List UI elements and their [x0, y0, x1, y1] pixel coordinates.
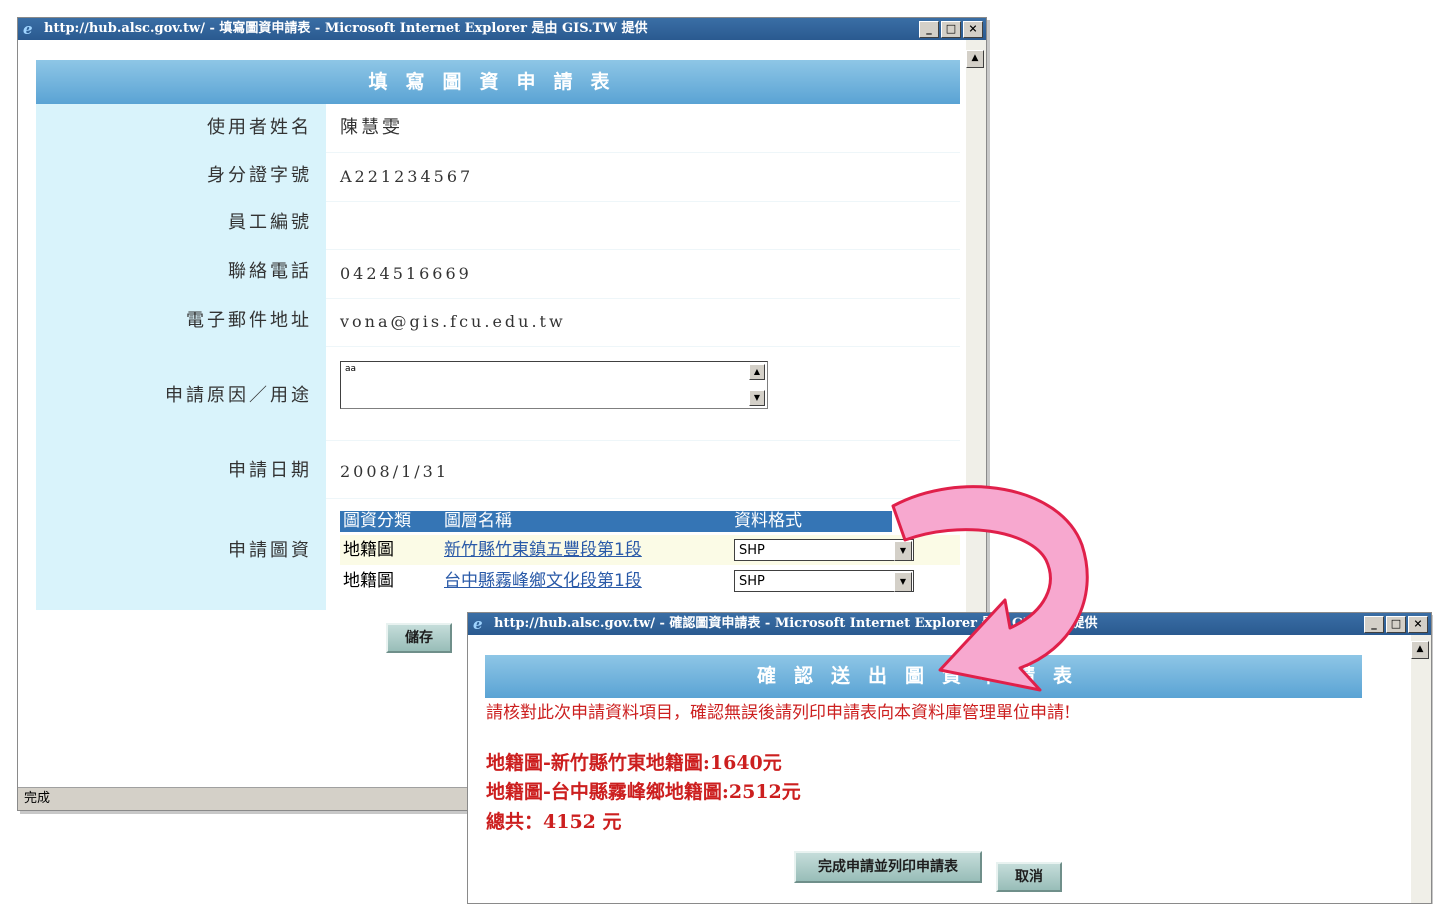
field-label-name: 使用者姓名	[36, 115, 326, 141]
data-table-header: 圖資分類 圖層名稱 資料格式	[340, 511, 892, 532]
confirm-item: 地籍圖-新竹縣竹東地籍圖:1640元	[486, 752, 782, 774]
close-button[interactable]: ×	[1408, 616, 1428, 633]
main-window-titlebar[interactable]: e http://hub.alsc.gov.tw/ - 填寫圖資申請表 - Mi…	[18, 18, 986, 40]
submit-print-button[interactable]: 完成申請並列印申請表	[794, 851, 982, 883]
reason-textarea[interactable]: aa ▲ ▼	[340, 361, 768, 409]
field-label-reason: 申請原因／用途	[36, 383, 326, 409]
confirm-window-title: http://hub.alsc.gov.tw/ - 確認圖資申請表 - Micr…	[494, 616, 1098, 631]
status-text: 完成	[24, 791, 51, 806]
form-title: 填寫圖資申請表	[368, 71, 628, 93]
minimize-button[interactable]: _	[919, 21, 939, 38]
textarea-scroll-up-icon[interactable]: ▲	[749, 364, 765, 380]
col-header-format: 資料格式	[734, 511, 802, 531]
scroll-up-icon[interactable]: ▲	[966, 50, 984, 68]
field-label-employee-no: 員工編號	[36, 210, 326, 236]
row-layer-link[interactable]: 新竹縣竹東鎮五豐段第1段	[444, 535, 642, 565]
table-row: 地籍圖 新竹縣竹東鎮五豐段第1段 SHP ▼	[340, 535, 960, 565]
row-category: 地籍圖	[343, 571, 394, 591]
field-value-name: 陳慧雯	[340, 117, 403, 138]
row-divider	[326, 440, 960, 441]
field-label-date: 申請日期	[36, 458, 326, 484]
field-value-phone: 0424516669	[340, 264, 472, 283]
col-header-layer: 圖層名稱	[444, 511, 512, 531]
confirm-header: 確認送出圖資申請表	[485, 655, 1362, 698]
main-window-title: http://hub.alsc.gov.tw/ - 填寫圖資申請表 - Micr…	[44, 21, 648, 36]
format-select-value: SHP	[739, 543, 765, 558]
field-label-id: 身分證字號	[36, 163, 326, 189]
row-divider	[326, 346, 960, 347]
ie-icon: e	[473, 615, 483, 633]
field-value-email: vona@gis.fcu.edu.tw	[340, 312, 566, 331]
field-value-id: A221234567	[340, 167, 474, 186]
confirm-item: 地籍圖-台中縣霧峰鄉地籍圖:2512元	[486, 781, 801, 803]
ie-icon: e	[23, 20, 33, 38]
col-header-category: 圖資分類	[343, 511, 411, 531]
close-button[interactable]: ×	[963, 21, 983, 38]
maximize-button[interactable]: □	[941, 21, 961, 38]
confirm-title: 確認送出圖資申請表	[756, 665, 1090, 687]
form-header: 填寫圖資申請表	[36, 60, 960, 104]
row-divider	[326, 498, 960, 499]
minimize-button[interactable]: _	[1364, 616, 1384, 633]
reason-text: aa	[345, 364, 357, 374]
chevron-down-icon[interactable]: ▼	[894, 541, 912, 561]
row-layer-link[interactable]: 台中縣霧峰鄉文化段第1段	[444, 566, 642, 596]
table-row: 地籍圖 台中縣霧峰鄉文化段第1段 SHP ▼	[340, 566, 960, 596]
vertical-scrollbar[interactable]	[1411, 635, 1431, 903]
chevron-down-icon[interactable]: ▼	[894, 572, 912, 592]
field-label-phone: 聯絡電話	[36, 259, 326, 285]
confirm-window-titlebar[interactable]: e http://hub.alsc.gov.tw/ - 確認圖資申請表 - Mi…	[468, 613, 1431, 635]
row-divider	[326, 249, 960, 250]
field-label-email: 電子郵件地址	[36, 308, 326, 334]
scroll-up-icon[interactable]: ▲	[1411, 641, 1429, 659]
row-divider	[326, 201, 960, 202]
row-divider	[326, 152, 960, 153]
maximize-button[interactable]: □	[1386, 616, 1406, 633]
row-category: 地籍圖	[343, 540, 394, 560]
row-divider	[326, 298, 960, 299]
field-label-data: 申請圖資	[36, 538, 326, 564]
save-button[interactable]: 儲存	[386, 623, 452, 653]
format-select-value: SHP	[739, 574, 765, 589]
field-value-date: 2008/1/31	[340, 462, 450, 481]
confirm-notice: 請核對此次申請資料項目，確認無誤後請列印申請表向本資料庫管理單位申請!	[486, 703, 1071, 723]
format-select[interactable]: SHP ▼	[734, 539, 914, 561]
cancel-button[interactable]: 取消	[996, 862, 1062, 892]
confirm-total: 總共：4152 元	[486, 811, 622, 833]
format-select[interactable]: SHP ▼	[734, 570, 914, 592]
textarea-scroll-down-icon[interactable]: ▼	[749, 390, 765, 406]
